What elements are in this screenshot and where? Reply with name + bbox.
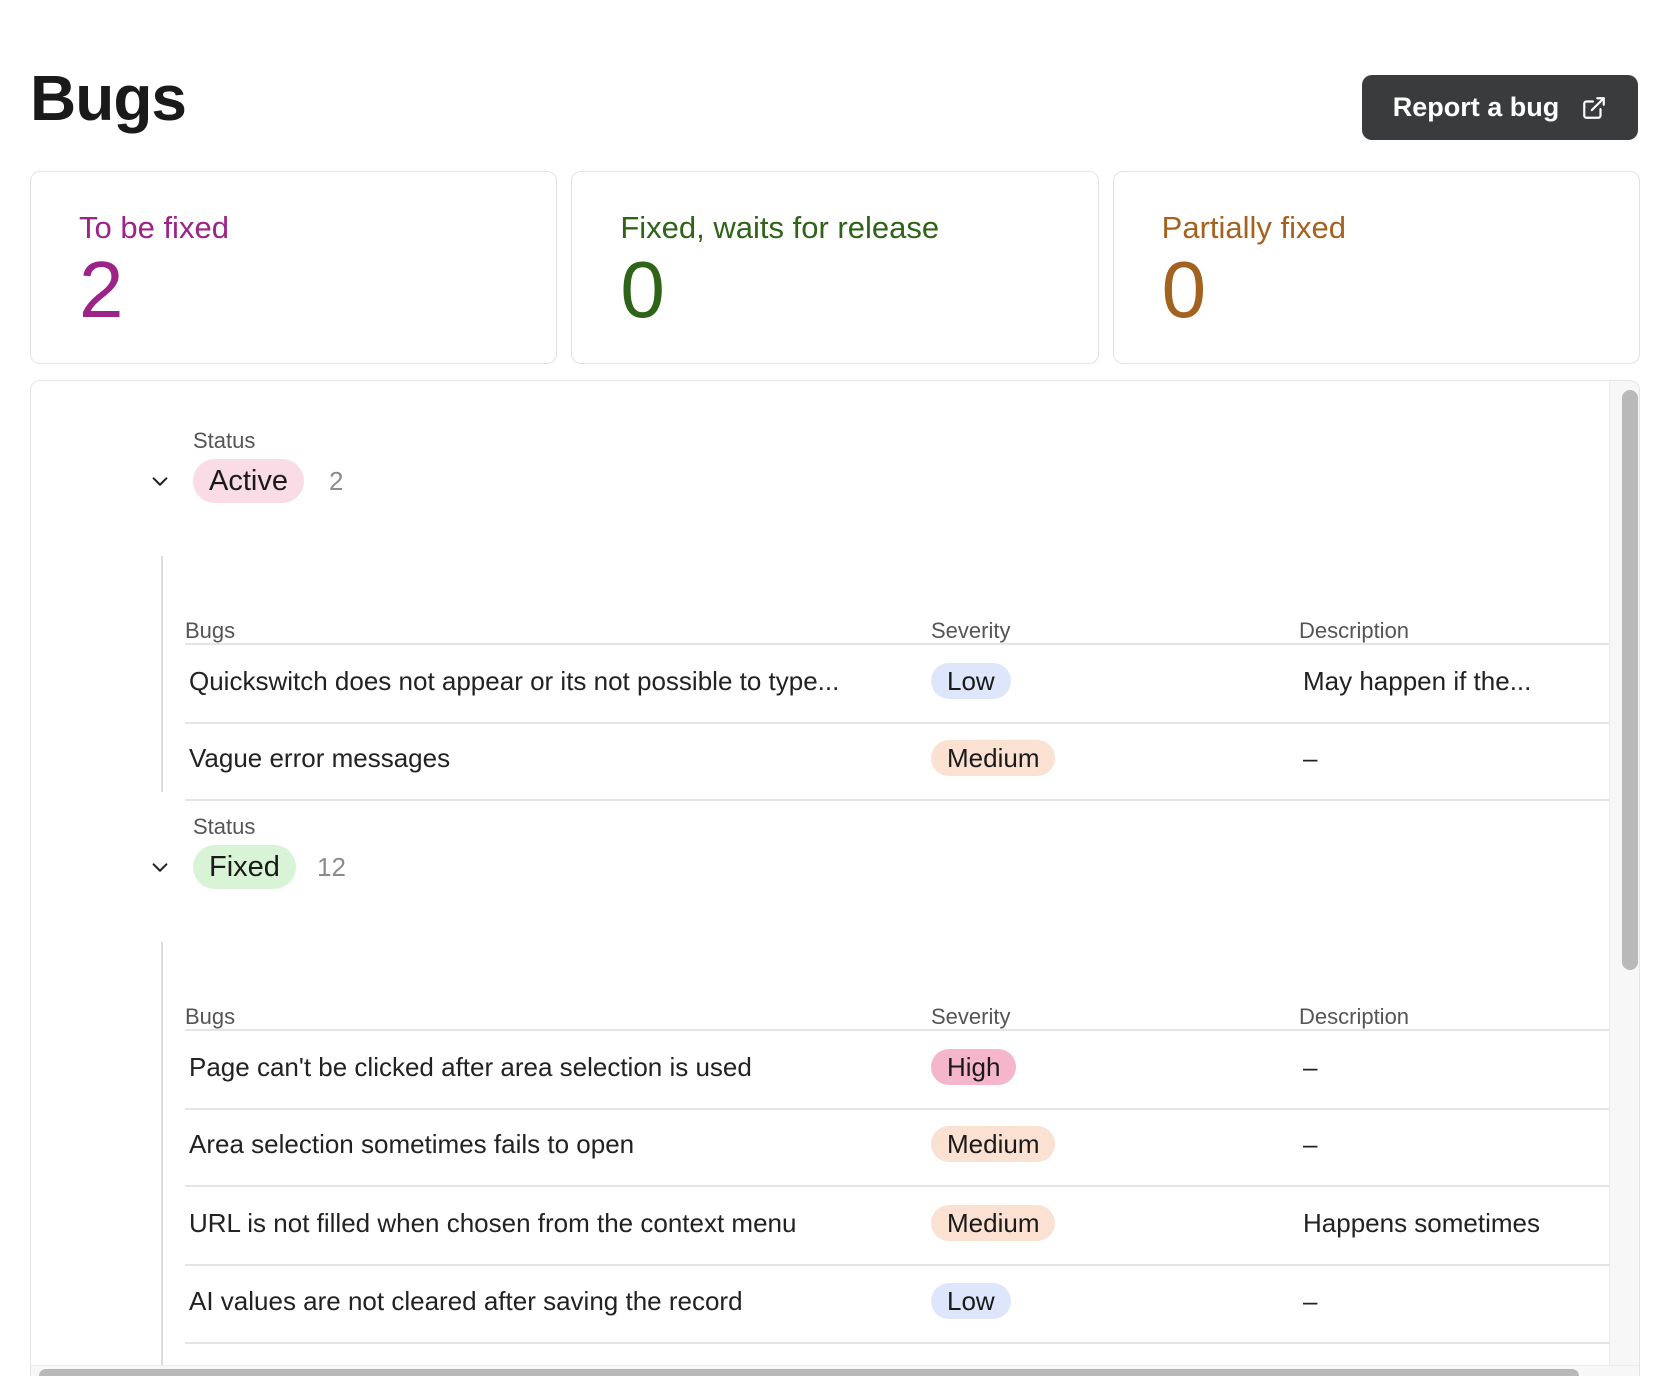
column-header-bugs[interactable]: Bugs <box>185 618 235 644</box>
row-divider <box>185 1342 1613 1344</box>
row-divider <box>185 799 1613 801</box>
report-bug-label: Report a bug <box>1392 92 1560 122</box>
column-header-description[interactable]: Description <box>1299 1004 1409 1030</box>
column-header-severity[interactable]: Severity <box>931 618 1010 644</box>
stat-label: Fixed, waits for release <box>620 210 940 245</box>
horizontal-scrollbar-thumb[interactable] <box>39 1369 1579 1376</box>
row-divider <box>185 1108 1613 1110</box>
bug-title[interactable]: AI values are not cleared after saving t… <box>189 1286 743 1317</box>
group-status-label: Status <box>193 428 256 453</box>
bug-description: – <box>1303 743 1318 773</box>
group-count: 12 <box>317 852 346 882</box>
stat-card-to-be-fixed: To be fixed 2 <box>30 171 558 364</box>
bug-description: – <box>1303 1129 1318 1159</box>
column-header-description[interactable]: Description <box>1299 618 1409 644</box>
group-status-label: Status <box>193 814 256 839</box>
stat-value: 0 <box>620 245 665 334</box>
external-link-icon <box>1583 96 1606 119</box>
stats-row: To be fixed 2 Fixed, waits for release 0… <box>30 171 1640 364</box>
column-header-bugs[interactable]: Bugs <box>185 1004 235 1030</box>
stat-value: 2 <box>79 245 124 334</box>
row-divider <box>185 1185 1613 1187</box>
severity-pill: Medium <box>931 740 1056 776</box>
stat-label: Partially fixed <box>1161 210 1347 245</box>
bug-title[interactable]: URL is not filled when chosen from the c… <box>189 1208 796 1239</box>
row-divider <box>185 722 1613 724</box>
bug-title[interactable]: Page can't be clicked after area selecti… <box>189 1052 752 1083</box>
bug-title[interactable]: Quickswitch does not appear or its not p… <box>189 666 839 697</box>
row-divider <box>185 643 1613 645</box>
stat-card-partially-fixed: Partially fixed 0 <box>1112 171 1640 364</box>
severity-pill: High <box>931 1049 1017 1085</box>
severity-pill: Medium <box>931 1126 1056 1162</box>
column-header-severity[interactable]: Severity <box>931 1004 1010 1030</box>
status-pill-fixed[interactable]: Fixed <box>193 845 296 889</box>
report-bug-button[interactable]: Report a bug <box>1362 75 1638 140</box>
bug-description: Happens sometimes <box>1303 1208 1540 1238</box>
status-pill-active[interactable]: Active <box>193 459 304 503</box>
bug-description: – <box>1303 1286 1318 1316</box>
bug-title[interactable]: Vague error messages <box>189 743 450 774</box>
bug-description: – <box>1303 1052 1318 1082</box>
chevron-down-icon[interactable] <box>149 471 171 493</box>
stat-card-fixed-waits-for-release: Fixed, waits for release 0 <box>571 171 1099 364</box>
page-title: Bugs <box>30 62 187 134</box>
vertical-scrollbar-thumb[interactable] <box>1622 390 1638 970</box>
severity-pill: Low <box>931 663 1011 699</box>
row-divider <box>185 1029 1613 1031</box>
severity-pill: Medium <box>931 1205 1056 1241</box>
bug-title[interactable]: Area selection sometimes fails to open <box>189 1129 634 1160</box>
bugs-board[interactable]: Status Active 2 Bugs Severity Descriptio… <box>30 380 1640 1376</box>
group-count: 2 <box>329 466 344 496</box>
bug-description: May happen if the... <box>1303 666 1532 696</box>
group-line <box>161 556 163 792</box>
chevron-down-icon[interactable] <box>149 857 171 879</box>
stat-label: To be fixed <box>79 210 229 245</box>
group-line <box>161 942 163 1376</box>
severity-pill: Low <box>931 1283 1011 1319</box>
row-divider <box>185 1264 1613 1266</box>
stat-value: 0 <box>1161 245 1207 334</box>
